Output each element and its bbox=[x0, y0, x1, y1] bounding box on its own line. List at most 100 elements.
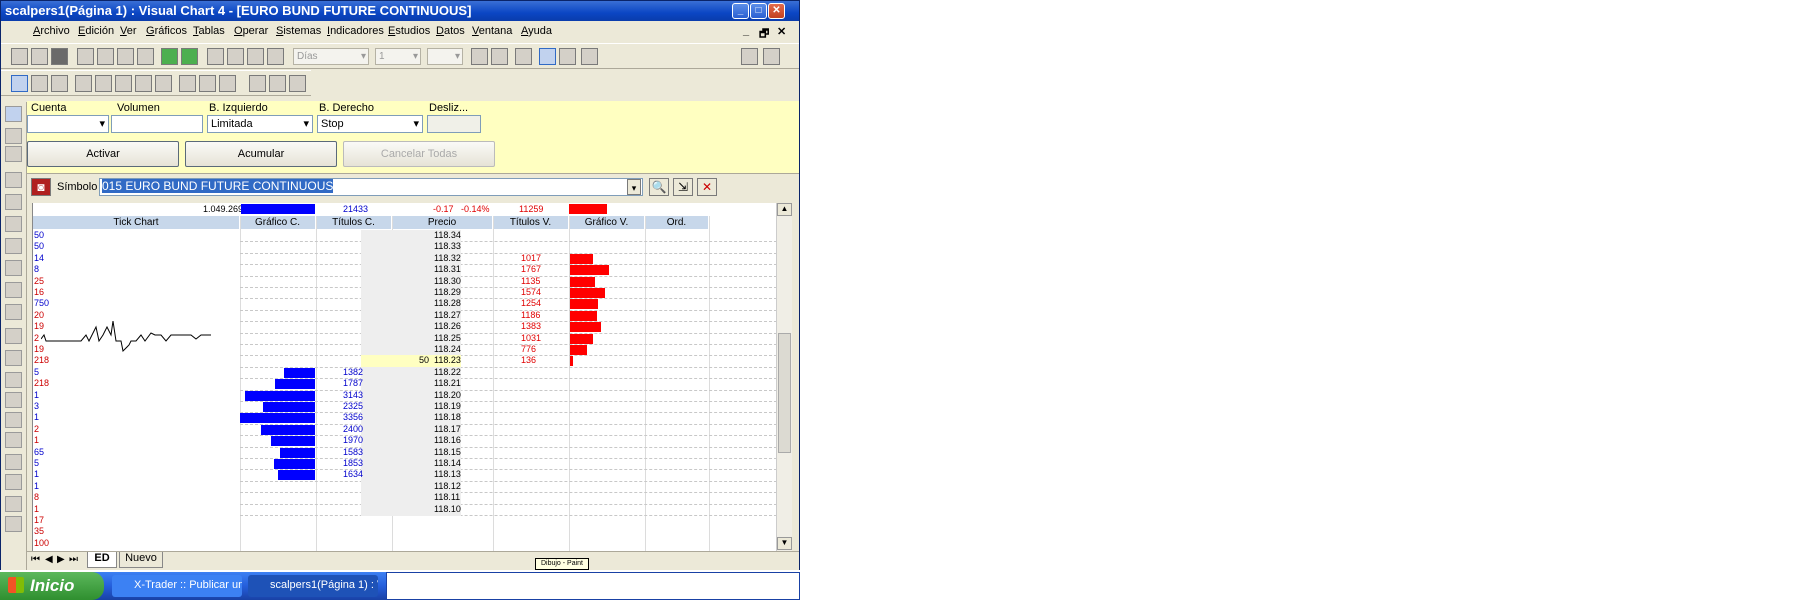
price-level[interactable]: 118.17 bbox=[434, 424, 461, 434]
close-icon[interactable]: ✕ bbox=[697, 178, 717, 196]
col-ord[interactable]: Ord. bbox=[645, 216, 709, 229]
line-tool-icon[interactable] bbox=[75, 75, 92, 92]
scroll-up-icon[interactable]: ▲ bbox=[777, 203, 792, 216]
buy-volume[interactable]: 1583 bbox=[343, 447, 363, 457]
box-icon[interactable] bbox=[207, 48, 224, 65]
slash4-icon[interactable] bbox=[5, 238, 22, 254]
slash6-icon[interactable] bbox=[5, 282, 22, 298]
arrow-icon[interactable] bbox=[5, 106, 22, 122]
col-tick-chart[interactable]: Tick Chart bbox=[33, 216, 240, 229]
triangle-icon[interactable] bbox=[5, 412, 22, 428]
mdi-minimize-button[interactable]: _ bbox=[743, 25, 749, 37]
sell-volume[interactable]: 1767 bbox=[521, 264, 541, 274]
price-level[interactable]: 118.10 bbox=[434, 504, 461, 514]
menu-item-10[interactable]: Ventana bbox=[472, 25, 512, 37]
sell-volume[interactable]: 1383 bbox=[521, 321, 541, 331]
fibo-icon[interactable] bbox=[179, 75, 196, 92]
ladder-scrollbar[interactable]: ▲ ▼ bbox=[776, 203, 792, 551]
sell-volume[interactable]: 1574 bbox=[521, 287, 541, 297]
price-level[interactable]: 118.12 bbox=[434, 481, 461, 491]
grid2-icon[interactable] bbox=[5, 474, 22, 490]
new-chart-icon[interactable] bbox=[97, 48, 114, 65]
price-level[interactable]: 118.20 bbox=[434, 390, 461, 400]
menu-item-5[interactable]: Operar bbox=[234, 25, 268, 37]
trend-icon[interactable] bbox=[559, 48, 576, 65]
sell-volume[interactable]: 1186 bbox=[521, 310, 540, 320]
price-level[interactable]: 118.13 bbox=[434, 469, 461, 479]
scroll-down-icon[interactable]: ▼ bbox=[777, 537, 792, 550]
menu-item-9[interactable]: Datos bbox=[436, 25, 465, 37]
buy-volume[interactable]: 1970 bbox=[343, 435, 363, 445]
mdi-restore-button[interactable]: 🗗 bbox=[759, 25, 769, 44]
price-level[interactable]: 118.23 bbox=[434, 355, 461, 365]
price-level[interactable]: 118.28 bbox=[434, 298, 461, 308]
symbol-dropdown-button[interactable]: ▾ bbox=[627, 179, 641, 195]
interval-combo[interactable]: Días bbox=[293, 48, 369, 65]
menu-item-3[interactable]: Gráficos bbox=[146, 25, 187, 37]
dollar-icon[interactable] bbox=[181, 48, 198, 65]
menu-item-1[interactable]: Edición bbox=[78, 25, 114, 37]
menu-item-7[interactable]: Indicadores bbox=[327, 25, 384, 37]
step-icon[interactable] bbox=[267, 48, 284, 65]
filter-icon[interactable] bbox=[137, 48, 154, 65]
ellipse-icon[interactable] bbox=[5, 392, 22, 408]
drawing-group-icon[interactable] bbox=[31, 75, 48, 92]
tab-first-icon[interactable]: ⏮ bbox=[31, 554, 40, 565]
delete-icon[interactable] bbox=[289, 75, 306, 92]
maximize-button[interactable]: □ bbox=[750, 3, 767, 19]
price-level[interactable]: 118.25 bbox=[434, 333, 461, 343]
desliz-field[interactable] bbox=[427, 115, 481, 133]
b-derecho-select[interactable]: Stop bbox=[317, 115, 423, 133]
buy-volume[interactable]: 2400 bbox=[343, 424, 363, 434]
price-level[interactable]: 118.24 bbox=[434, 344, 461, 354]
pen-icon[interactable] bbox=[581, 48, 598, 65]
search-icon[interactable]: 🔍 bbox=[649, 178, 669, 196]
h-line-icon[interactable] bbox=[5, 128, 22, 144]
task-xtrader[interactable]: X-Trader :: Publicar una... bbox=[112, 575, 242, 597]
acumular-button[interactable]: Acumular bbox=[185, 141, 337, 167]
price-level[interactable]: 118.34 bbox=[434, 230, 461, 240]
price-level[interactable]: 118.22 bbox=[434, 367, 461, 377]
menu-item-6[interactable]: Sistemas bbox=[276, 25, 321, 37]
col-precio[interactable]: Precio bbox=[392, 216, 493, 229]
slash7-icon[interactable] bbox=[5, 304, 22, 320]
export-icon[interactable] bbox=[5, 496, 22, 512]
activar-button[interactable]: Activar bbox=[27, 141, 179, 167]
save-all-icon[interactable] bbox=[51, 48, 68, 65]
buy-volume[interactable]: 3356 bbox=[343, 412, 363, 422]
tab-ed[interactable]: ED bbox=[87, 552, 117, 568]
price-level[interactable]: 118.15 bbox=[434, 447, 461, 457]
buy-volume[interactable]: 1787 bbox=[343, 378, 363, 388]
sell-volume[interactable]: 1135 bbox=[521, 276, 540, 286]
grid-icon[interactable] bbox=[5, 454, 22, 470]
zoom-tool-icon[interactable] bbox=[249, 75, 266, 92]
buy-volume[interactable]: 1853 bbox=[343, 458, 363, 468]
symbol-field[interactable]: 015 EURO BUND FUTURE CONTINUOUS bbox=[99, 178, 643, 196]
open-icon[interactable] bbox=[11, 48, 28, 65]
chart-icon[interactable] bbox=[77, 48, 94, 65]
menu-item-0[interactable]: Archivo bbox=[33, 25, 70, 37]
pointer-icon[interactable] bbox=[539, 48, 556, 65]
col-grafico-v[interactable]: Gráfico V. bbox=[569, 216, 645, 229]
menu-item-8[interactable]: Estudios bbox=[388, 25, 430, 37]
buy-volume[interactable]: 1382 bbox=[343, 367, 363, 377]
zoom-out-icon[interactable] bbox=[471, 48, 488, 65]
mdi-close-button[interactable]: ✕ bbox=[777, 25, 786, 38]
slash5-icon[interactable] bbox=[5, 260, 22, 276]
sell-volume[interactable]: 1031 bbox=[521, 333, 541, 343]
rectangle-icon[interactable] bbox=[51, 75, 68, 92]
slash3-icon[interactable] bbox=[5, 216, 22, 232]
price-level[interactable]: 118.26 bbox=[434, 321, 461, 331]
menu-item-4[interactable]: Tablas bbox=[193, 25, 225, 37]
title-bar[interactable]: scalpers1(Página 1) : Visual Chart 4 - [… bbox=[1, 1, 799, 21]
dots-icon[interactable] bbox=[199, 75, 216, 92]
tab-next-icon[interactable]: ▶ bbox=[57, 554, 65, 565]
price-level[interactable]: 118.30 bbox=[434, 276, 461, 286]
price-level[interactable]: 118.16 bbox=[434, 435, 461, 445]
price-level[interactable]: 118.29 bbox=[434, 287, 461, 297]
text-icon[interactable] bbox=[219, 75, 236, 92]
slash2-icon[interactable] bbox=[5, 194, 22, 210]
tab-nuevo[interactable]: Nuevo bbox=[119, 552, 163, 568]
sell-volume[interactable]: 1254 bbox=[521, 298, 541, 308]
symbol-icon[interactable]: ◙ bbox=[31, 178, 51, 196]
